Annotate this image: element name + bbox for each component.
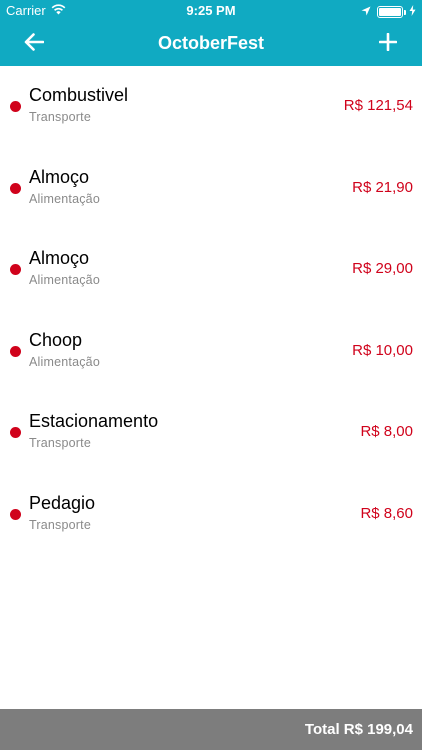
expense-name: Almoço — [29, 248, 90, 268]
status-dot — [10, 427, 21, 438]
expense-name: Almoço — [29, 166, 90, 187]
status-bar: Carrier 9:25 PM — [0, 0, 422, 22]
expense-amount: R$ 121,54 — [343, 97, 413, 114]
status-right — [361, 4, 416, 19]
total-bar: Total R$ 199,04 — [0, 709, 422, 750]
expense-name: Estacionamento — [29, 411, 159, 431]
expense-amount: R$ 10,00 — [352, 341, 413, 359]
expense-amount: R$ 21,90 — [352, 178, 413, 196]
expense-row[interactable]: Almoço Alimentação R$ 21,90 — [0, 148, 422, 230]
status-time: 9:25 PM — [186, 3, 236, 18]
status-dot — [10, 101, 21, 112]
charging-bolt-icon — [409, 4, 416, 19]
expense-category: Transporte — [29, 436, 91, 450]
status-dot — [10, 182, 21, 194]
expense-row[interactable]: Estacionamento Transporte R$ 8,00 — [0, 392, 422, 474]
add-expense-button[interactable] — [374, 30, 402, 58]
expense-category: Alimentação — [29, 273, 100, 287]
expense-amount: R$ 29,00 — [352, 260, 413, 277]
expense-row[interactable]: Pedagio Transporte R$ 8,60 — [0, 474, 422, 556]
nav-bar: OctoberFest — [0, 22, 422, 66]
expense-list: Combustivel Transporte R$ 121,54 Almoço … — [0, 66, 422, 555]
plus-icon — [378, 32, 398, 56]
total-label: Total R$ 199,04 — [304, 721, 413, 738]
expense-row[interactable]: Almoço Alimentação R$ 29,00 — [0, 229, 422, 311]
expense-category: Alimentação — [29, 354, 100, 369]
expense-category: Transporte — [29, 517, 91, 532]
expense-name: Combustivel — [29, 85, 129, 105]
status-dot — [10, 508, 21, 520]
expense-amount: R$ 8,00 — [360, 423, 413, 440]
location-arrow-icon — [361, 4, 371, 19]
expense-category: Transporte — [29, 110, 91, 124]
expense-row[interactable]: Combustivel Transporte R$ 121,54 — [0, 66, 422, 148]
expense-name: Choop — [29, 329, 83, 350]
status-dot — [10, 264, 21, 275]
page-title: OctoberFest — [157, 33, 265, 53]
expense-row[interactable]: Choop Alimentação R$ 10,00 — [0, 311, 422, 393]
battery-icon — [377, 5, 406, 18]
expense-category: Alimentação — [29, 191, 100, 206]
expense-name: Pedagio — [29, 492, 96, 513]
expense-amount: R$ 8,60 — [360, 504, 413, 522]
status-dot — [10, 345, 21, 357]
